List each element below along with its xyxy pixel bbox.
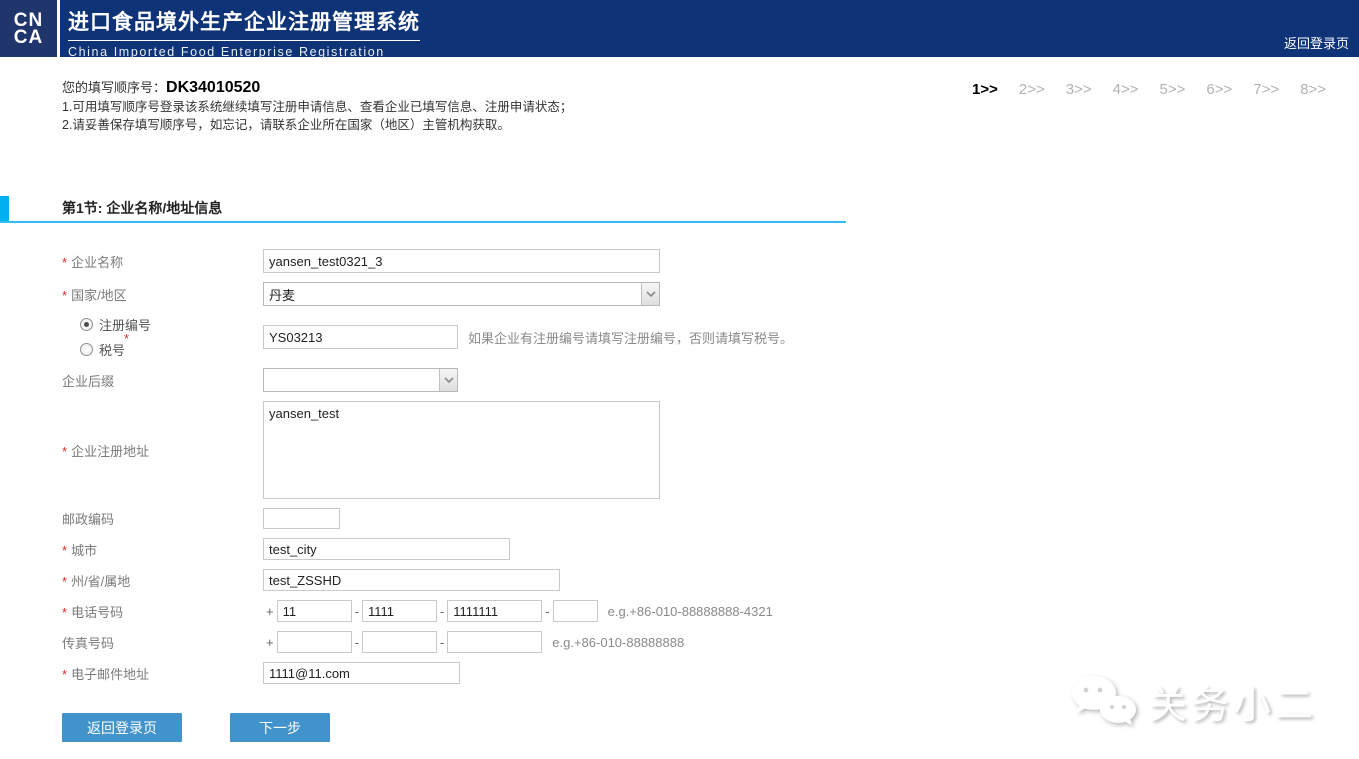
step-indicator: 1>> 2>> 3>> 4>> 5>> 6>> 7>> 8>> [972, 81, 1326, 98]
country-label: *国家/地区 [62, 285, 263, 304]
province-label: *州/省/属地 [62, 571, 263, 590]
phone-dash: - [440, 604, 444, 619]
step-4[interactable]: 4>> [1113, 81, 1139, 98]
required-asterisk: * [62, 543, 67, 558]
registration-form: *企业名称 *国家/地区 丹麦 * 注册编号 [0, 223, 1359, 684]
required-asterisk: * [124, 331, 129, 346]
row-company-name: *企业名称 [62, 249, 1359, 273]
radio-tax-number-label: 税号 [99, 340, 125, 359]
phone-dash: - [355, 604, 359, 619]
row-province: *州/省/属地 [62, 569, 1359, 591]
wechat-icon [1067, 672, 1139, 730]
app-header: CN CA 进口食品境外生产企业注册管理系统 China Imported Fo… [0, 0, 1359, 57]
title-block: 进口食品境外生产企业注册管理系统 China Imported Food Ent… [60, 0, 420, 57]
phone-format-hint: e.g.+86-010-88888888-4321 [608, 604, 773, 619]
row-city: *城市 [62, 538, 1359, 560]
company-name-label: *企业名称 [62, 252, 263, 271]
company-address-textarea[interactable]: yansen_test [263, 401, 660, 499]
step-2[interactable]: 2>> [1019, 81, 1045, 98]
phone-country-code-input[interactable] [277, 600, 352, 622]
row-company-address: *企业注册地址 yansen_test [62, 401, 1359, 499]
required-asterisk: * [62, 605, 67, 620]
sequence-label: 您的填写顺序号： [62, 80, 166, 95]
fax-dash: - [355, 635, 359, 650]
section-title: 第1节: 企业名称/地址信息 [62, 196, 1359, 221]
phone-number-input[interactable] [447, 600, 542, 622]
section-underline [0, 221, 846, 223]
step-7[interactable]: 7>> [1253, 81, 1279, 98]
city-label: *城市 [62, 540, 263, 559]
fax-label: 传真号码 [62, 633, 263, 652]
country-select-value: 丹麦 [264, 285, 641, 304]
province-input[interactable] [263, 569, 560, 591]
fax-format-hint: e.g.+86-010-88888888 [552, 635, 684, 650]
chevron-down-icon[interactable] [641, 283, 659, 305]
radio-tax-number[interactable]: 税号 [80, 340, 263, 359]
row-company-suffix: 企业后缀 [62, 368, 1359, 392]
phone-dash: - [545, 604, 549, 619]
step-6[interactable]: 6>> [1206, 81, 1232, 98]
sequence-number: DK34010520 [166, 79, 260, 96]
required-asterisk: * [62, 574, 67, 589]
back-to-login-link[interactable]: 返回登录页 [1284, 33, 1349, 52]
chevron-down-icon[interactable] [439, 369, 457, 391]
phone-area-code-input[interactable] [362, 600, 437, 622]
required-asterisk: * [62, 667, 67, 682]
required-asterisk: * [62, 255, 67, 270]
radio-registration-number-circle[interactable] [80, 318, 93, 331]
company-suffix-label: 企业后缀 [62, 371, 263, 390]
row-phone: *电话号码 + - - - e.g.+86-010-88888888-4321 [62, 600, 1359, 622]
company-name-input[interactable] [263, 249, 660, 273]
watermark-text: 关务小二 [1149, 674, 1317, 729]
app-title-en: China Imported Food Enterprise Registrat… [68, 41, 420, 59]
app-title-zh: 进口食品境外生产企业注册管理系统 [68, 6, 420, 41]
row-fax: 传真号码 + - - e.g.+86-010-88888888 [62, 631, 1359, 653]
page: CN CA 进口食品境外生产企业注册管理系统 China Imported Fo… [0, 0, 1359, 759]
registration-number-hint: 如果企业有注册编号请填写注册编号，否则请填写税号。 [468, 328, 793, 347]
cnca-logo-line2: CA [14, 29, 43, 46]
row-country: *国家/地区 丹麦 [62, 282, 1359, 306]
fax-country-code-input[interactable] [277, 631, 352, 653]
fax-plus-sign: + [266, 635, 274, 650]
required-asterisk: * [62, 444, 67, 459]
sequence-note-1: 1.可用填写顺序号登录该系统继续填写注册申请信息、查看企业已填写信息、注册申请状… [62, 100, 1359, 115]
next-step-button[interactable]: 下一步 [230, 713, 330, 742]
fax-dash: - [440, 635, 444, 650]
row-postcode: 邮政编码 [62, 508, 1359, 529]
required-asterisk: * [62, 288, 67, 303]
step-8[interactable]: 8>> [1300, 81, 1326, 98]
company-address-label: *企业注册地址 [62, 441, 263, 460]
city-input[interactable] [263, 538, 510, 560]
phone-extension-input[interactable] [553, 600, 598, 622]
fax-number-input[interactable] [447, 631, 542, 653]
phone-plus-sign: + [266, 604, 274, 619]
section-header: 第1节: 企业名称/地址信息 [0, 196, 1359, 223]
radio-tax-number-circle[interactable] [80, 343, 93, 356]
phone-label: *电话号码 [62, 602, 263, 621]
country-select[interactable]: 丹麦 [263, 282, 660, 306]
row-registration-number: * 注册编号 税号 如果企业有注册编号请填写注册编号，否则请填写税号。 [62, 315, 1359, 359]
postcode-input[interactable] [263, 508, 340, 529]
cnca-logo: CN CA [0, 0, 57, 57]
radio-registration-number[interactable]: 注册编号 [80, 315, 263, 334]
step-5[interactable]: 5>> [1160, 81, 1186, 98]
postcode-label: 邮政编码 [62, 509, 263, 528]
sequence-note-2: 2.请妥善保存填写顺序号，如忘记，请联系企业所在国家（地区）主管机构获取。 [62, 118, 1359, 133]
email-input[interactable] [263, 662, 460, 684]
section-accent-bar [0, 196, 9, 221]
watermark: 关务小二 [1067, 672, 1317, 730]
fax-area-code-input[interactable] [362, 631, 437, 653]
back-to-login-button[interactable]: 返回登录页 [62, 713, 182, 742]
reg-type-radio-group: 注册编号 税号 [62, 315, 263, 359]
cnca-logo-line1: CN [14, 12, 43, 29]
step-1[interactable]: 1>> [972, 81, 998, 98]
email-label: *电子邮件地址 [62, 664, 263, 683]
step-3[interactable]: 3>> [1066, 81, 1092, 98]
registration-number-input[interactable] [263, 325, 458, 349]
company-suffix-select[interactable] [263, 368, 458, 392]
